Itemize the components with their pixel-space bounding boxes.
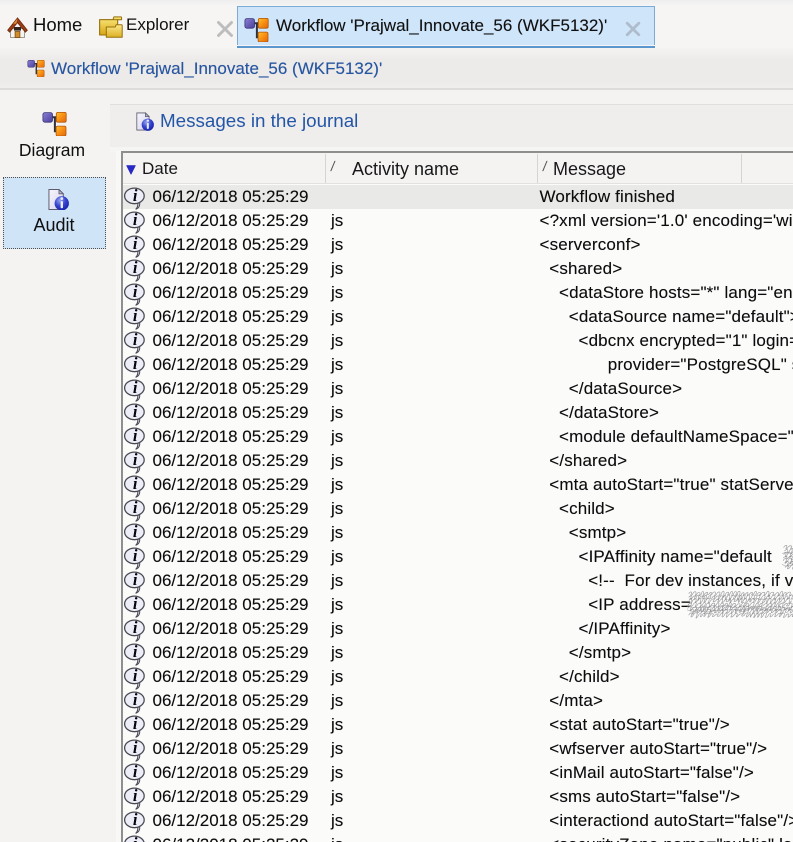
svg-text:i: i (133, 498, 138, 517)
svg-text:i: i (133, 282, 138, 301)
svg-text:i: i (133, 594, 138, 613)
svg-text:i: i (133, 258, 138, 277)
svg-text:i: i (133, 834, 138, 842)
svg-text:i: i (133, 714, 138, 733)
svg-text:i: i (133, 738, 138, 757)
svg-text:i: i (133, 810, 138, 829)
svg-text:i: i (133, 210, 138, 229)
svg-text:i: i (133, 474, 138, 493)
svg-text:i: i (133, 762, 138, 781)
svg-text:i: i (133, 666, 138, 685)
svg-text:i: i (133, 642, 138, 661)
svg-text:i: i (133, 186, 138, 205)
svg-text:i: i (133, 546, 138, 565)
svg-text:i: i (133, 570, 138, 589)
svg-text:i: i (133, 306, 138, 325)
svg-text:i: i (133, 618, 138, 637)
svg-text:i: i (133, 426, 138, 445)
svg-text:i: i (133, 402, 138, 421)
svg-text:i: i (133, 522, 138, 541)
svg-text:i: i (133, 786, 138, 805)
svg-text:i: i (133, 450, 138, 469)
svg-text:i: i (133, 234, 138, 253)
svg-text:i: i (133, 330, 138, 349)
svg-text:i: i (133, 354, 138, 373)
svg-text:i: i (133, 378, 138, 397)
svg-text:i: i (133, 690, 138, 709)
